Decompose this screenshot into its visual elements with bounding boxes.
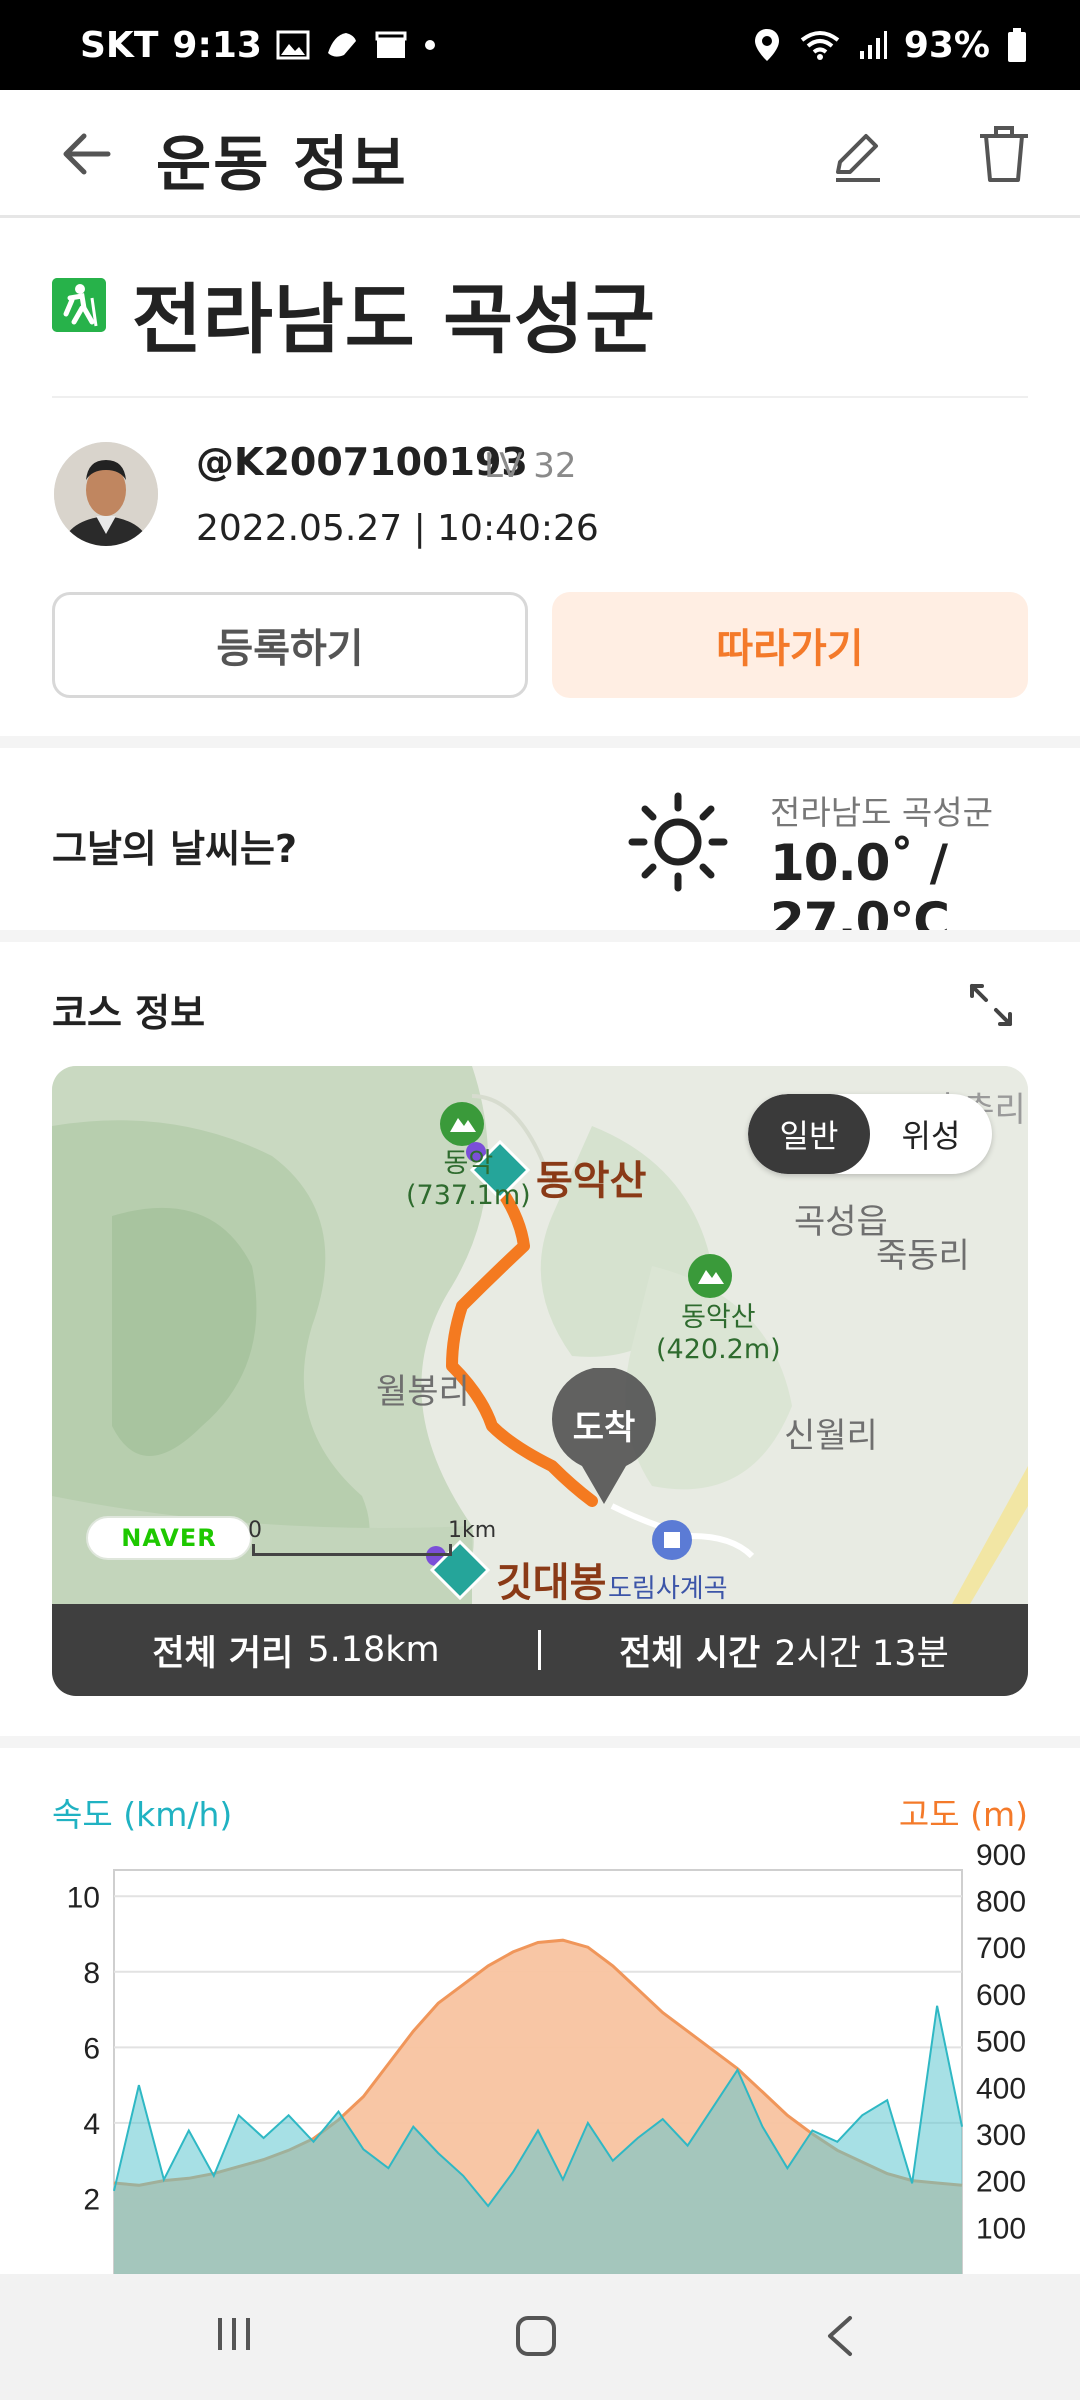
battery-percent: 93% [903,24,990,66]
altitude-tick-label: 200 [976,2166,1026,2199]
poi-dongaksan-big: 동악 (737.1m) [406,1148,531,1212]
time-label: 전체 시간 [619,1633,761,1674]
course-summary: 전체 거리 5.18km 전체 시간 2시간 13분 [52,1604,1028,1696]
map-type-satellite[interactable]: 위성 [870,1094,992,1174]
dot-icon [424,40,435,50]
time-value: 2시간 13분 [774,1633,949,1674]
altitude-axis-title: 고도 (m) [898,1795,1028,1834]
status-bar: SKT 9:13 93% [0,0,1080,90]
scale-km-label: 1km [448,1518,497,1543]
map-type-general[interactable]: 일반 [748,1094,870,1174]
speed-tick-label: 8 [83,1957,100,1990]
summary-divider [538,1630,541,1670]
section-divider [0,1736,1080,1748]
distance-summary: 전체 거리 5.18km [52,1625,540,1676]
map-label-sinwol: 신월리 [784,1416,878,1456]
distance-value: 5.18km [307,1630,440,1670]
altitude-tick-label: 300 [976,2119,1026,2152]
altitude-tick-label: 500 [976,2026,1026,2059]
weather-location: 전라남도 곡성군 [770,793,994,832]
page-title: 운동 정보 [156,130,408,200]
carrier-label: SKT [80,24,159,66]
poi-name: 동악 [443,1148,494,1179]
gallery-icon [276,30,310,60]
home-icon[interactable] [514,2314,558,2358]
poi-elevation: (737.1m) [406,1180,531,1211]
map-scale-bar [252,1544,452,1556]
battery-icon [1008,28,1026,62]
map-label-gokseong: 곡성읍 [794,1202,888,1242]
clapper-icon [375,31,407,58]
back-icon[interactable] [822,2314,858,2358]
altitude-tick-label: 100 [976,2212,1026,2245]
username[interactable]: @K2007100193 [196,440,528,484]
altitude-tick-label: 800 [976,1886,1026,1919]
map-label-dorimsa: 도림사계곡 [608,1574,728,1604]
weather-question: 그날의 날씨는? [52,827,298,871]
hiking-icon [52,278,106,332]
location-icon [754,29,779,61]
activity-title: 전라남도 곡성군 [132,275,656,364]
scale-zero-label: 0 [248,1518,262,1543]
recent-apps-icon[interactable] [214,2314,258,2354]
distance-label: 전체 거리 [152,1633,294,1674]
speed-tick-label: 4 [83,2108,100,2141]
altitude-tick-label: 900 [976,1840,1026,1872]
speed-tick-label: 10 [67,1881,100,1914]
poi-dongaksan-small: 동악산 (420.2m) [656,1302,781,1366]
trash-icon[interactable] [974,122,1034,186]
speed-tick-label: 2 [83,2183,100,2216]
activity-datetime: 2022.05.27 | 10:40:26 [196,508,599,549]
speed-tick-label: 6 [83,2032,100,2065]
course-title: 코스 정보 [52,991,206,1035]
register-button[interactable]: 등록하기 [52,592,528,698]
section-divider [0,930,1080,942]
pencil-icon[interactable] [828,124,888,184]
section-divider [0,736,1080,748]
shoe-icon [327,33,356,57]
altitude-tick-label: 400 [976,2072,1026,2105]
map-label-jukdong: 죽동리 [876,1236,970,1276]
map-label-wolbong: 월봉리 [376,1372,470,1412]
altitude-tick-label: 600 [976,1979,1026,2012]
follow-button[interactable]: 따라가기 [552,592,1028,698]
expand-icon[interactable] [966,980,1016,1030]
time-summary: 전체 시간 2시간 13분 [540,1625,1028,1676]
app-header: 운동 정보 [0,90,1080,218]
poi-elevation: (420.2m) [656,1334,781,1365]
clock: 9:13 [172,24,262,66]
avatar[interactable] [54,442,158,546]
course-map[interactable]: 흥촌리 곡성읍 죽동리 월봉리 신월리 도림사계곡 동악산 (420.2m) 동… [52,1066,1028,1696]
peak-dongaksan: 동악산 [536,1158,647,1204]
speed-altitude-chart: 10 8 6 4 2 900 800 700 600 500 400 300 200 100 [67,1840,1026,2274]
arrival-label: 도착 [572,1408,636,1448]
speed-axis-title: 속도 (km/h) [52,1795,233,1834]
naver-logo: NAVER [86,1516,252,1560]
poi-name: 동악산 [681,1302,756,1333]
user-level: LV 32 [484,446,577,486]
back-arrow-icon[interactable] [58,126,114,182]
map-type-toggle[interactable]: 일반 위성 [748,1094,992,1174]
sun-icon [628,792,728,892]
wifi-icon [800,31,840,60]
altitude-tick-label: 700 [976,1932,1026,1965]
signal-icon [859,31,887,59]
system-nav-bar [0,2274,1080,2400]
peak-gitdaebong: 깃대봉 [496,1560,607,1606]
activity-section: 전라남도 곡성군 [52,258,1028,398]
